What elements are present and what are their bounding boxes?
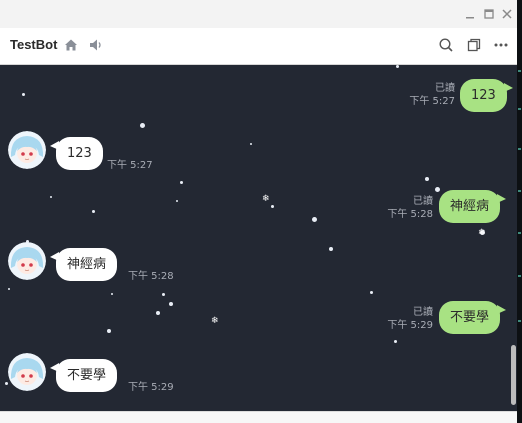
avatar[interactable] [8, 242, 46, 280]
message-time: 下午 5:27 [107, 160, 153, 171]
snow-dot [169, 302, 173, 306]
snow-dot [140, 123, 145, 128]
read-receipt: 已讀 [435, 83, 455, 94]
outgoing-message-bubble[interactable]: 123 [460, 79, 513, 112]
snow-dot [394, 340, 397, 343]
snow-dot [435, 187, 440, 192]
snow-dot [156, 311, 160, 315]
edge-marker [518, 70, 521, 72]
more-icon[interactable] [493, 37, 509, 53]
message-meta: 已讀 下午 5:28 [373, 195, 433, 221]
edge-marker [518, 320, 521, 322]
message-text: 123 [471, 88, 496, 103]
outgoing-message-bubble[interactable]: 不要學 [439, 301, 507, 334]
read-receipt: 已讀 [413, 307, 433, 318]
message-text: 神經病 [450, 199, 490, 214]
snow-dot [329, 247, 333, 251]
message-input-bar[interactable] [0, 411, 517, 423]
snow-dot [250, 143, 252, 145]
snow-dot [107, 329, 111, 333]
message-time: 下午 5:29 [128, 382, 174, 393]
home-icon[interactable] [63, 37, 79, 53]
copy-icon[interactable] [466, 37, 482, 53]
snow-dot [271, 205, 274, 208]
window-edge [517, 0, 522, 423]
close-icon[interactable] [500, 6, 514, 20]
snow-dot [180, 181, 183, 184]
chat-scrollbar[interactable] [511, 345, 516, 405]
snow-dot [22, 93, 25, 96]
message-time: 下午 5:28 [128, 271, 174, 282]
avatar[interactable] [8, 131, 46, 169]
speaker-icon[interactable] [88, 37, 104, 53]
snow-dot [396, 65, 399, 68]
message-time: 下午 5:27 [409, 96, 455, 107]
snow-dot [425, 177, 429, 181]
snow-dot [111, 293, 113, 295]
message-meta: 已讀 下午 5:29 [373, 306, 433, 332]
message-text: 123 [67, 146, 92, 161]
edge-marker [518, 148, 521, 150]
snow-dot [92, 210, 95, 213]
edge-marker [518, 108, 521, 110]
snowflake: ❄ [262, 194, 270, 204]
incoming-message-bubble[interactable]: 不要學 [49, 359, 118, 392]
message-text: 不要學 [450, 310, 490, 325]
search-icon[interactable] [438, 37, 454, 53]
message-time: 下午 5:29 [387, 320, 433, 331]
snow-dot [162, 293, 165, 296]
snowflake: ❄ [478, 228, 486, 238]
window-titlebar [0, 0, 517, 28]
incoming-message-bubble[interactable]: 123 [50, 137, 103, 170]
chat-title: TestBot [10, 37, 58, 52]
edge-marker [518, 190, 521, 192]
message-time: 下午 5:28 [387, 209, 433, 220]
minimize-icon[interactable] [463, 6, 477, 20]
snow-dot [8, 288, 10, 290]
edge-marker [518, 232, 521, 234]
incoming-message-bubble[interactable]: 神經病 [49, 248, 118, 281]
snow-dot [176, 200, 178, 202]
message-text: 神經病 [67, 257, 107, 272]
maximize-icon[interactable] [482, 6, 496, 20]
edge-marker [518, 275, 521, 277]
chat-header: TestBot [0, 28, 517, 65]
read-receipt: 已讀 [413, 196, 433, 207]
message-text: 不要學 [67, 368, 107, 383]
snow-dot [50, 196, 52, 198]
message-meta: 已讀 下午 5:27 [395, 82, 455, 108]
outgoing-message-bubble[interactable]: 神經病 [439, 190, 507, 223]
chat-area[interactable]: ❄ ❄ ❄ 已讀 下午 5:27 123 123 下午 5:27 已讀 下午 5… [0, 65, 517, 411]
avatar[interactable] [8, 353, 46, 391]
snow-dot [370, 291, 373, 294]
snow-dot [5, 382, 8, 385]
snow-dot [312, 217, 317, 222]
snowflake: ❄ [211, 316, 219, 326]
